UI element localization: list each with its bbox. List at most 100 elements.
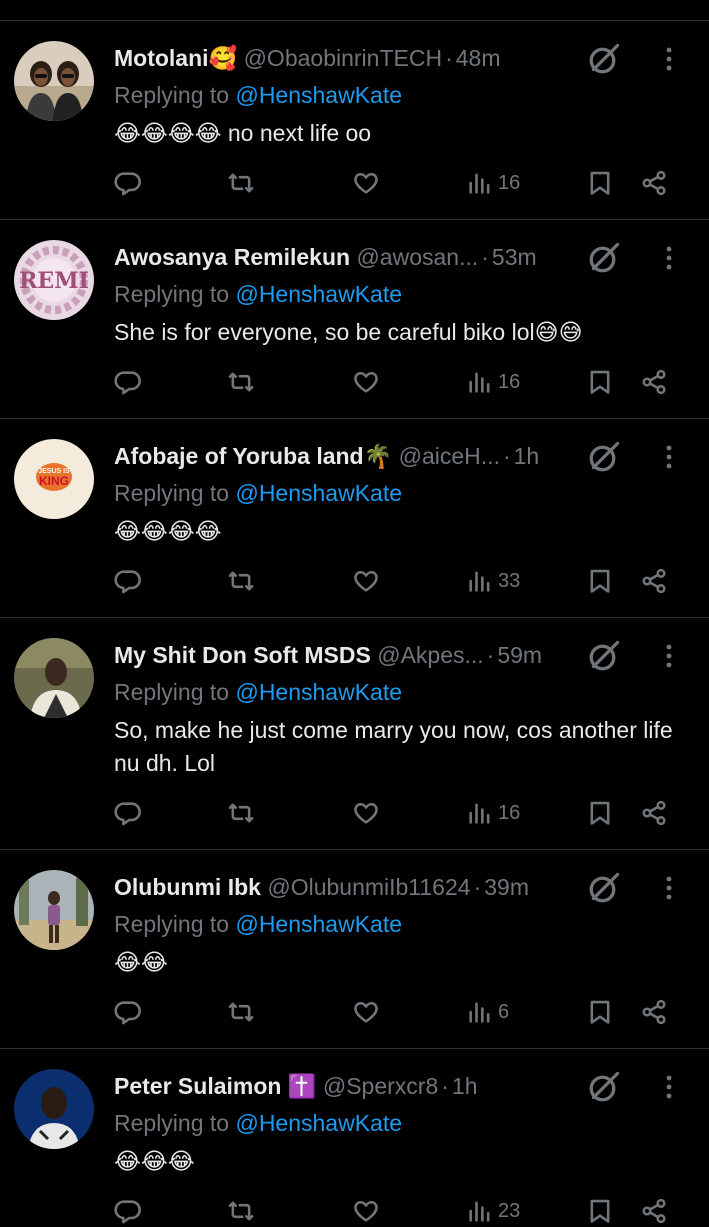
reply-item[interactable]: My Shit Don Soft MSDS @Akpes... · 59m Repl… <box>0 618 709 850</box>
repost-button[interactable] <box>227 797 255 829</box>
share-button[interactable] <box>640 996 668 1028</box>
more-options-icon[interactable] <box>657 441 681 473</box>
reply-button[interactable] <box>114 565 142 597</box>
views-icon <box>466 567 494 595</box>
display-name[interactable]: Afobaje of Yoruba land🌴 <box>114 443 392 469</box>
reply-button[interactable] <box>114 1195 142 1227</box>
like-button[interactable] <box>352 1195 380 1227</box>
user-handle[interactable]: @Sperxcr8 <box>323 1073 438 1099</box>
avatar[interactable]: REMI <box>14 240 94 320</box>
like-button[interactable] <box>352 565 380 597</box>
display-name[interactable]: My Shit Don Soft MSDS <box>114 642 371 668</box>
share-icon <box>640 799 668 827</box>
timestamp[interactable]: 1h <box>452 1073 478 1099</box>
reply-icon <box>114 368 142 396</box>
views-button[interactable]: 33 <box>466 565 520 597</box>
grok-icon[interactable] <box>586 870 622 906</box>
more-options-icon[interactable] <box>657 872 681 904</box>
repost-button[interactable] <box>227 996 255 1028</box>
more-options-icon[interactable] <box>657 640 681 672</box>
user-handle[interactable]: @Akpes... <box>377 642 483 668</box>
views-button[interactable]: 16 <box>466 167 520 199</box>
like-button[interactable] <box>352 797 380 829</box>
reply-button[interactable] <box>114 996 142 1028</box>
views-button[interactable]: 16 <box>466 366 520 398</box>
reply-item[interactable]: Olubunmi Ibk @OlubunmiIb11624 · 39m Replyi… <box>0 850 709 1049</box>
share-button[interactable] <box>640 797 668 829</box>
bookmark-icon <box>586 1197 614 1225</box>
bookmark-button[interactable] <box>586 167 614 199</box>
display-name[interactable]: Motolani🥰 <box>114 45 237 71</box>
timestamp[interactable]: 48m <box>456 45 501 71</box>
grok-icon[interactable] <box>586 439 622 475</box>
bookmark-icon <box>586 567 614 595</box>
avatar[interactable] <box>14 638 94 718</box>
reply-item[interactable]: Motolani🥰 @ObaobinrinTECH · 48m Replying t… <box>0 21 709 220</box>
bookmark-button[interactable] <box>586 366 614 398</box>
reply-item[interactable]: Peter Sulaimon ✝️ @Sperxcr8 · 1h Replying … <box>0 1049 709 1227</box>
mention-link[interactable]: @HenshawKate <box>235 480 402 506</box>
heart-icon <box>352 567 380 595</box>
more-options-icon[interactable] <box>657 43 681 75</box>
avatar[interactable] <box>14 1069 94 1149</box>
repost-button[interactable] <box>227 366 255 398</box>
share-button[interactable] <box>640 167 668 199</box>
heart-icon <box>352 998 380 1026</box>
reply-button[interactable] <box>114 366 142 398</box>
timestamp[interactable]: 39m <box>484 874 529 900</box>
mention-link[interactable]: @HenshawKate <box>235 1110 402 1136</box>
more-options-icon[interactable] <box>657 1071 681 1103</box>
mention-link[interactable]: @HenshawKate <box>235 281 402 307</box>
grok-icon[interactable] <box>586 41 622 77</box>
replying-to: Replying to @HenshawKate <box>114 281 403 307</box>
mention-link[interactable]: @HenshawKate <box>235 82 402 108</box>
timestamp[interactable]: 53m <box>492 244 537 270</box>
repost-button[interactable] <box>227 167 255 199</box>
bookmark-icon <box>586 799 614 827</box>
bookmark-button[interactable] <box>586 797 614 829</box>
views-button[interactable]: 6 <box>466 996 509 1028</box>
reply-icon <box>114 998 142 1026</box>
mention-link[interactable]: @HenshawKate <box>235 679 402 705</box>
timestamp[interactable]: 1h <box>514 443 540 469</box>
user-handle[interactable]: @OlubunmiIb11624 <box>267 874 470 900</box>
grok-icon[interactable] <box>586 240 622 276</box>
views-icon <box>466 169 494 197</box>
more-options-icon[interactable] <box>657 242 681 274</box>
action-bar: 6 <box>114 996 684 1028</box>
repost-button[interactable] <box>227 565 255 597</box>
like-button[interactable] <box>352 167 380 199</box>
mention-link[interactable]: @HenshawKate <box>235 911 402 937</box>
display-name[interactable]: Peter Sulaimon ✝️ <box>114 1073 316 1099</box>
bookmark-button[interactable] <box>586 996 614 1028</box>
like-button[interactable] <box>352 366 380 398</box>
reply-item[interactable]: JESUS IS KING Afobaje of Yoruba land🌴 @a… <box>0 419 709 618</box>
avatar[interactable] <box>14 41 94 121</box>
user-handle[interactable]: @awosan... <box>356 244 478 270</box>
top-divider <box>0 0 709 21</box>
share-button[interactable] <box>640 366 668 398</box>
bookmark-button[interactable] <box>586 1195 614 1227</box>
views-button[interactable]: 16 <box>466 797 520 829</box>
views-icon <box>466 368 494 396</box>
repost-icon <box>227 1197 255 1225</box>
grok-icon[interactable] <box>586 1069 622 1105</box>
avatar[interactable] <box>14 870 94 950</box>
reply-button[interactable] <box>114 167 142 199</box>
reply-item[interactable]: REMI Awosanya Remilekun @awosan... · 53m R… <box>0 220 709 419</box>
views-button[interactable]: 23 <box>466 1195 520 1227</box>
share-button[interactable] <box>640 565 668 597</box>
user-handle[interactable]: @aiceH... <box>399 443 500 469</box>
timestamp[interactable]: 59m <box>497 642 542 668</box>
display-name[interactable]: Olubunmi Ibk <box>114 874 261 900</box>
repost-button[interactable] <box>227 1195 255 1227</box>
avatar[interactable]: JESUS IS KING <box>14 439 94 519</box>
share-button[interactable] <box>640 1195 668 1227</box>
grok-icon[interactable] <box>586 638 622 674</box>
display-name[interactable]: Awosanya Remilekun <box>114 244 350 270</box>
views-count: 6 <box>498 1000 510 1023</box>
reply-button[interactable] <box>114 797 142 829</box>
bookmark-button[interactable] <box>586 565 614 597</box>
like-button[interactable] <box>352 996 380 1028</box>
user-handle[interactable]: @ObaobinrinTECH <box>244 45 442 71</box>
